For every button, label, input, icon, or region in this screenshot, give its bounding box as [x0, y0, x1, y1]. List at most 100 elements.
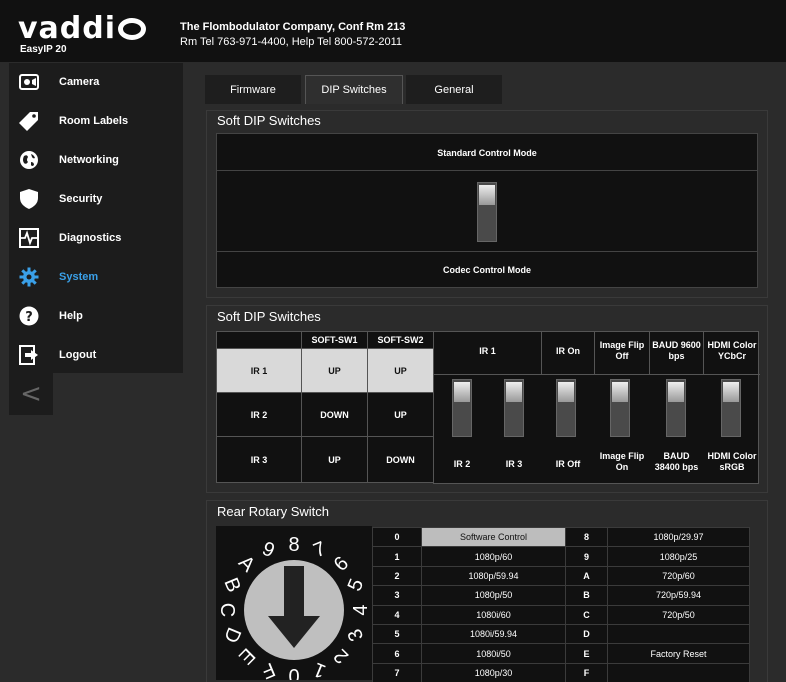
dip-switch-4[interactable]	[610, 379, 630, 437]
rotary-settings-table: 0 Software Control 8 1080p/29.97 1 1080p/60 9 1…	[372, 526, 750, 682]
switch-label-baud-38400: BAUD 38400 bps	[654, 451, 699, 472]
tag-icon	[19, 111, 39, 131]
dial-digit: 8	[288, 534, 299, 556]
rotary-position: 2	[372, 565, 422, 587]
sidebar-item-diagnostics[interactable]: Diagnostics	[9, 219, 183, 257]
rotary-position: C	[565, 604, 608, 625]
dial-digit: 1	[310, 658, 329, 680]
control-mode-toggle[interactable]	[477, 182, 497, 242]
logo-text: vaddi	[18, 11, 117, 46]
sidebar-item-networking[interactable]: Networking	[9, 141, 183, 179]
dial-digit: C	[216, 603, 238, 617]
table-row: IR 2 DOWN UP	[216, 392, 434, 437]
rotary-position: 8	[565, 526, 608, 548]
svg-text:?: ?	[25, 310, 33, 325]
sidebar-item-help[interactable]: ? Help	[9, 297, 183, 335]
rotary-dial-graphic: 0 123 4 56789ABCDEF	[216, 534, 372, 682]
rotary-position: 4	[372, 604, 422, 625]
dial-digit: A	[234, 552, 259, 577]
tab-firmware[interactable]: Firmware	[205, 75, 301, 104]
dial-digit: 4	[350, 604, 372, 615]
rotary-setting: 1080p/59.94	[421, 565, 566, 587]
sidebar-item-room-labels[interactable]: Room Labels	[9, 102, 183, 140]
table-row: 0 Software Control 8 1080p/29.97	[372, 526, 750, 548]
table-cell: DOWN	[367, 436, 434, 483]
dip-switch-1[interactable]	[452, 379, 472, 437]
dip-switch-bank: IR 1 IR On Image Flip Off BAUD 9600 bps …	[433, 331, 760, 484]
rotary-position: 0	[372, 526, 422, 548]
ir-dip-table: SOFT-SW1 SOFT-SW2 IR 1 UP UP IR 2 DOWN U…	[216, 331, 434, 483]
globe-icon	[19, 150, 39, 170]
sidebar-item-security[interactable]: Security	[9, 180, 183, 218]
dial-digit: 9	[259, 538, 278, 563]
sidebar-item-label: Camera	[59, 76, 100, 88]
rotary-setting: 1080p/25	[607, 546, 750, 567]
table-row: 3 1080p/50 B 720p/59.94	[372, 585, 750, 606]
table-row: 4 1080i/60 C 720p/50	[372, 604, 750, 625]
dip-switch-5[interactable]	[666, 379, 686, 437]
question-icon: ?	[19, 306, 39, 326]
switch-label-ir-off: IR Off	[555, 459, 581, 469]
dial-digit: E	[234, 643, 259, 668]
sidebar-item-label: System	[59, 271, 99, 283]
rotary-setting: 1080p/50	[421, 585, 566, 606]
rotary-position: F	[565, 662, 608, 682]
collapse-sidebar-button[interactable]: <	[9, 373, 53, 415]
rotary-setting: 1080p/60	[421, 546, 566, 567]
panel-title: Rear Rotary Switch	[217, 504, 329, 519]
rotary-position: D	[565, 623, 608, 645]
table-cell: DOWN	[301, 392, 368, 437]
rotary-setting: 1080i/50	[421, 643, 566, 664]
header-bar: vaddi EasyIP 20 The Flombodulator Compan…	[0, 0, 786, 62]
codec-control-mode-label: Codec Control Mode	[443, 265, 531, 275]
dip-switch-2[interactable]	[504, 379, 524, 437]
tab-dip-switches[interactable]: DIP Switches	[305, 75, 403, 104]
dial-digit: F	[258, 658, 278, 680]
sidebar-item-logout[interactable]: Logout	[9, 336, 183, 374]
rotary-position: A	[565, 565, 608, 587]
sidebar: Camera Room Labels Networking Security D…	[9, 63, 183, 373]
rotary-setting: 720p/50	[607, 604, 750, 625]
rotary-position: E	[565, 643, 608, 664]
model-name: EasyIP 20	[20, 44, 67, 55]
rotary-setting: Factory Reset	[607, 643, 750, 664]
dip-switch-6[interactable]	[721, 379, 741, 437]
rotary-setting: 1080i/59.94	[421, 623, 566, 645]
table-header-cell: SOFT-SW1	[301, 331, 368, 349]
rotary-setting: 1080i/60	[421, 604, 566, 625]
table-header-cell: SOFT-SW2	[367, 331, 434, 349]
sidebar-item-label: Security	[59, 193, 103, 205]
switch-label-baud-9600: BAUD 9600 bps	[652, 340, 701, 361]
gear-icon	[19, 267, 39, 287]
rotary-setting: 720p/59.94	[607, 585, 750, 606]
table-row: 5 1080i/59.94 D	[372, 623, 750, 645]
sidebar-item-label: Diagnostics	[59, 232, 122, 244]
switch-label-hdmi-ycbcr: HDMI Color YCbCr	[707, 340, 757, 361]
camera-icon	[19, 72, 39, 92]
dial-digit: B	[219, 575, 244, 596]
dial-digit: 2	[330, 644, 353, 667]
sidebar-item-system[interactable]: System	[9, 258, 183, 296]
sidebar-item-label: Networking	[59, 154, 119, 166]
shield-icon	[19, 189, 39, 209]
switch-label-ir1: IR 1	[479, 346, 496, 356]
rotary-position: 6	[372, 643, 422, 664]
rotary-setting	[607, 623, 750, 645]
table-cell: UP	[301, 436, 368, 483]
table-cell: UP	[301, 348, 368, 393]
dial-digit: 6	[330, 552, 353, 575]
tab-general[interactable]: General	[406, 75, 502, 104]
table-row: IR 3 UP DOWN	[216, 436, 434, 483]
vaddio-logo: vaddi	[18, 11, 147, 46]
table-header-cell	[216, 331, 302, 349]
switch-label-ir-on: IR On	[556, 346, 580, 356]
rotary-position: 1	[372, 546, 422, 567]
sidebar-item-camera[interactable]: Camera	[9, 63, 183, 101]
control-mode-switch-box: Standard Control Mode Codec Control Mode	[216, 133, 758, 288]
dip-switch-3[interactable]	[556, 379, 576, 437]
table-cell: IR 1	[216, 348, 302, 393]
dial-digit: 3	[344, 626, 369, 645]
panel-title: Soft DIP Switches	[217, 309, 321, 324]
switch-label-ir2: IR 2	[453, 459, 471, 469]
dial-digit: 0	[288, 664, 299, 680]
